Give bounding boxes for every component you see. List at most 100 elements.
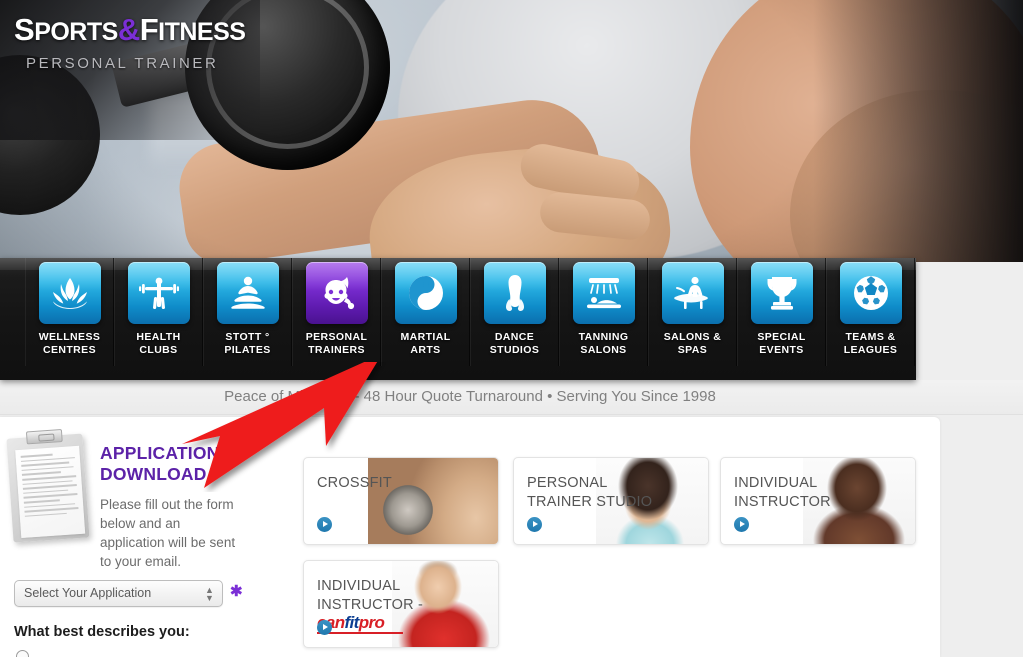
nav-label-line-1: WELLNESS: [38, 331, 101, 343]
hero-banner: SPORTS&FITNESS PERSONAL TRAINER: [0, 0, 1023, 262]
card-title-line-1: CROSSFIT: [317, 475, 392, 491]
nav-item-health[interactable]: HEALTH CLUBS: [114, 258, 203, 366]
nav-label-line-1: MARTIAL: [400, 331, 451, 343]
nav-item-wellness[interactable]: WELLNESS CENTRES: [25, 258, 114, 366]
nav-item-label: WELLNESS CENTRES: [26, 331, 113, 357]
application-description: Please fill out the form below and an ap…: [100, 497, 236, 569]
stepper-arrows-icon: ▲ ▼: [205, 585, 214, 603]
nav-item-personal[interactable]: PERSONAL TRAINERS: [292, 258, 381, 366]
trainer-icon: [305, 262, 368, 324]
nav-item-dance[interactable]: DANCE STUDIOS: [470, 258, 559, 366]
pilates-icon: [216, 262, 279, 324]
lotus-icon: [38, 262, 101, 324]
nav-item-list: WELLNESS CENTRES HEALTH CLUBS STOTT ° PILATES…: [25, 258, 915, 366]
card-title-line-1: INDIVIDUAL: [734, 475, 818, 491]
logo-ampersand: &: [117, 12, 140, 47]
nav-item-label: HEALTH CLUBS: [115, 331, 202, 357]
logo-subtitle: PERSONAL TRAINER: [26, 55, 219, 72]
card-title-line-1: PERSONAL: [527, 475, 608, 491]
nav-label-line-1: TEAMS &: [845, 331, 896, 343]
nav-item-stott[interactable]: STOTT ° PILATES: [203, 258, 292, 366]
card-title-line-2: INSTRUCTOR: [734, 494, 831, 510]
nav-label-line-2: CENTRES: [43, 344, 96, 356]
tagline-bar: Peace of Mind • 24 - 48 Hour Quote Turna…: [0, 380, 1023, 415]
logo-ports: PORTS: [34, 18, 118, 46]
play-icon[interactable]: [317, 517, 332, 532]
yin-yang-icon: [394, 262, 457, 324]
site-logo[interactable]: SPORTS&FITNESS PERSONAL TRAINER: [14, 12, 246, 72]
canfitpro-fit: fit: [344, 613, 360, 632]
card-title-line-2: INSTRUCTOR -: [317, 597, 424, 613]
nav-label-line-1: TANNING: [578, 331, 629, 343]
main-navigation: WELLNESS CENTRES HEALTH CLUBS STOTT ° PILATES…: [0, 258, 916, 380]
nav-item-label: STOTT ° PILATES: [204, 331, 291, 357]
clipboard-paper: [15, 445, 86, 539]
application-card[interactable]: CROSSFIT: [303, 457, 499, 545]
nav-item-label: SPECIAL EVENTS: [738, 331, 825, 357]
canfitpro-pro: pro: [358, 613, 385, 632]
nav-item-label: TEAMS & LEAGUES: [827, 331, 914, 357]
nav-label-line-2: TRAINERS: [308, 344, 365, 356]
clipboard-clip: [25, 428, 63, 445]
barbell-icon: [127, 262, 190, 324]
nav-label-line-1: SALONS &: [663, 331, 722, 343]
nav-item-label: MARTIAL ARTS: [382, 331, 469, 357]
nav-label-line-2: EVENTS: [759, 344, 804, 356]
application-card[interactable]: INDIVIDUAL INSTRUCTOR: [720, 457, 916, 545]
card-title: PERSONAL TRAINER STUDIO: [527, 474, 652, 512]
nav-label-line-2: STUDIOS: [489, 344, 540, 356]
nav-label-line-2: ARTS: [410, 344, 441, 356]
nav-item-label: TANNING SALONS: [560, 331, 647, 357]
select-value-label: Select Your Application: [24, 586, 152, 600]
logo-itness: ITNESS: [158, 18, 246, 46]
nav-label-line-2: LEAGUES: [843, 344, 898, 356]
card-title-line-2: TRAINER STUDIO: [527, 494, 653, 510]
page-root: SPORTS&FITNESS PERSONAL TRAINER WELLNESS…: [0, 0, 1023, 657]
required-field-marker: ✱: [230, 583, 243, 600]
card-title: INDIVIDUAL INSTRUCTOR: [734, 474, 831, 512]
nav-label-line-2: CLUBS: [139, 344, 178, 356]
nav-item-teams[interactable]: TEAMS & LEAGUES: [826, 258, 915, 366]
nav-label-line-1: HEALTH: [136, 331, 181, 343]
nav-label-line-2: SPAS: [677, 344, 708, 356]
select-your-application-dropdown[interactable]: Select Your Application ▲ ▼: [14, 580, 223, 607]
ballet-shoe-icon: [483, 262, 546, 324]
nav-item-martial[interactable]: MARTIAL ARTS: [381, 258, 470, 366]
tanning-bed-icon: [572, 262, 635, 324]
nav-label-line-2: SALONS: [580, 344, 627, 356]
logo-s: S: [14, 12, 35, 47]
nav-item-label: PERSONAL TRAINERS: [293, 331, 380, 357]
content-panel: APPLICATION DOWNLOAD Please fill out the…: [0, 417, 940, 657]
card-title: INDIVIDUAL INSTRUCTOR -: [317, 577, 423, 615]
heading-line-2: DOWNLOAD: [100, 464, 207, 484]
application-select-wrapper: Select Your Application ▲ ▼: [14, 580, 223, 607]
play-icon[interactable]: [734, 517, 749, 532]
tagline-text: Peace of Mind • 24 - 48 Hour Quote Turna…: [224, 388, 716, 405]
application-card[interactable]: INDIVIDUALINSTRUCTOR -canfitpro: [303, 560, 499, 648]
play-icon[interactable]: [317, 620, 332, 635]
play-icon[interactable]: [527, 517, 542, 532]
nav-label-line-1: DANCE: [494, 331, 535, 343]
nav-label-line-1: STOTT °: [225, 331, 270, 343]
application-card[interactable]: PERSONAL TRAINER STUDIO: [513, 457, 709, 545]
nav-item-tanning[interactable]: TANNING SALONS: [559, 258, 648, 366]
clipboard-board: [6, 433, 90, 543]
card-photo: [368, 458, 498, 544]
soccer-ball-icon: [839, 262, 902, 324]
card-title-line-1: INDIVIDUAL: [317, 578, 401, 594]
logo-wordmark: SPORTS&FITNESS: [14, 12, 246, 47]
nav-item-label: DANCE STUDIOS: [471, 331, 558, 357]
card-title: CROSSFIT: [317, 474, 392, 493]
nav-item-label: SALONS & SPAS: [649, 331, 736, 357]
nav-item-special[interactable]: SPECIAL EVENTS: [737, 258, 826, 366]
nav-label-line-1: PERSONAL: [305, 331, 368, 343]
nav-label-line-1: SPECIAL: [757, 331, 806, 343]
heading-line-1: APPLICATION: [100, 443, 220, 463]
clipboard-icon: [2, 427, 96, 551]
nav-item-salons[interactable]: SALONS & SPAS: [648, 258, 737, 366]
massage-icon: [661, 262, 724, 324]
what-best-describes-you-label: What best describes you:: [14, 624, 190, 640]
application-download-heading: APPLICATION DOWNLOAD: [100, 443, 250, 485]
nav-label-line-2: PILATES: [224, 344, 271, 356]
describes-you-radio-option[interactable]: [16, 650, 29, 657]
